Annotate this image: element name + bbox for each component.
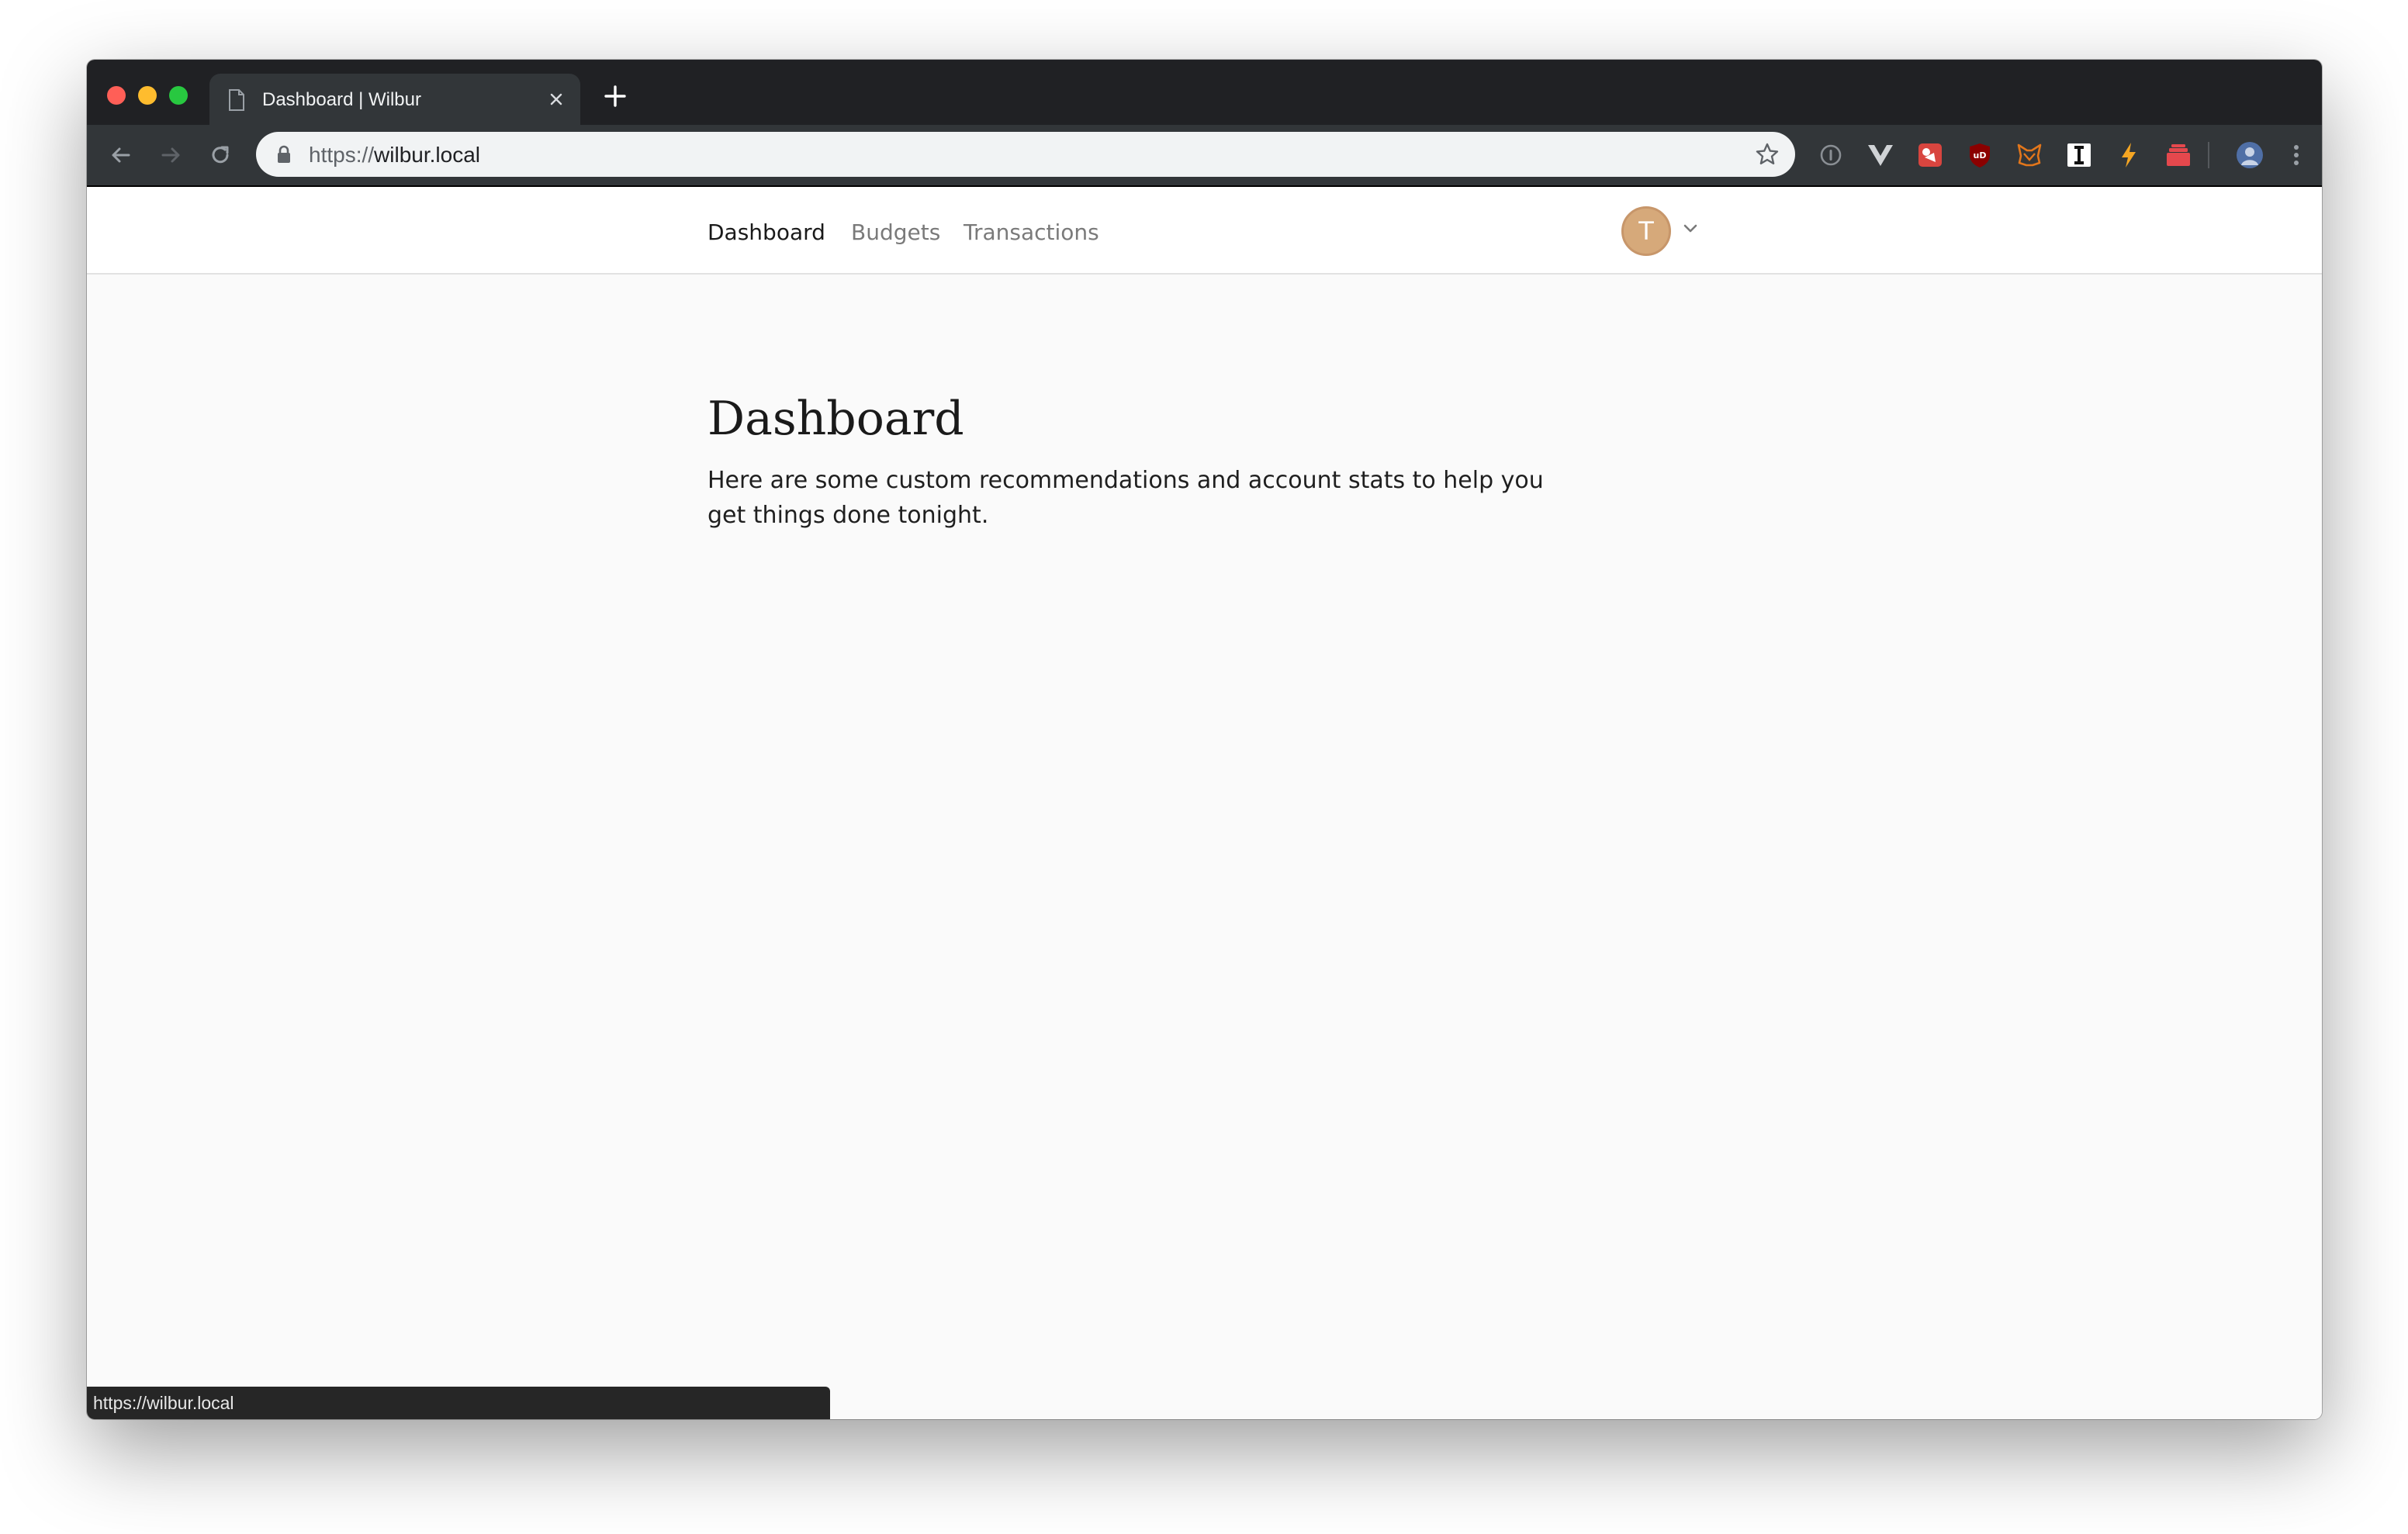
browser-toolbar: https://wilbur.local uD	[87, 125, 2322, 185]
address-url: https://wilbur.local	[309, 143, 480, 168]
window-maximize-button[interactable]	[169, 86, 188, 105]
address-bar[interactable]: https://wilbur.local	[256, 132, 1795, 177]
page-icon	[229, 89, 244, 111]
lock-icon[interactable]	[276, 145, 292, 164]
forward-icon[interactable]	[155, 140, 186, 171]
lightning-icon[interactable]	[2115, 141, 2143, 169]
stack-icon[interactable]	[2164, 141, 2192, 169]
browser-tab[interactable]: Dashboard | Wilbur	[209, 74, 580, 125]
browser-window: Dashboard | Wilbur https://wilbur.local	[87, 60, 2322, 1419]
menu-icon[interactable]	[2282, 141, 2310, 169]
metamask-fox-icon[interactable]	[2015, 141, 2043, 169]
window-minimize-button[interactable]	[138, 86, 157, 105]
vue-devtools-icon[interactable]	[1867, 141, 1894, 169]
close-tab-icon[interactable]	[546, 89, 566, 109]
svg-text:uD: uD	[1974, 150, 1987, 161]
chevron-down-icon[interactable]	[1682, 223, 1699, 235]
web-page: Dashboard Budgets Transactions T Dashboa…	[87, 187, 2322, 1419]
ublock-origin-icon[interactable]: uD	[1966, 141, 1994, 169]
tab-title: Dashboard | Wilbur	[262, 89, 421, 110]
extension-puzzle-icon[interactable]	[1916, 141, 1944, 169]
instapaper-icon[interactable]	[2065, 141, 2093, 169]
status-bubble: https://wilbur.local	[87, 1387, 830, 1419]
bookmark-star-icon[interactable]	[1755, 142, 1780, 167]
toolbar-divider	[2208, 142, 2209, 168]
back-icon[interactable]	[106, 140, 137, 171]
site-navbar: Dashboard Budgets Transactions T	[87, 187, 2322, 275]
tab-strip: Dashboard | Wilbur	[87, 60, 2322, 125]
window-close-button[interactable]	[107, 86, 126, 105]
status-url: https://wilbur.local	[93, 1393, 234, 1413]
page-description: Here are some custom recommendations and…	[708, 467, 1544, 529]
nav-link-dashboard[interactable]: Dashboard	[708, 219, 825, 245]
nav-link-budgets[interactable]: Budgets	[851, 219, 940, 245]
avatar[interactable]: T	[1621, 206, 1671, 256]
info-icon[interactable]	[1817, 141, 1845, 169]
nav-link-transactions[interactable]: Transactions	[964, 219, 1099, 245]
profile-icon[interactable]	[2236, 141, 2264, 169]
reload-icon[interactable]	[205, 140, 236, 171]
url-host: wilbur.local	[374, 143, 480, 167]
new-tab-icon[interactable]	[602, 83, 628, 109]
page-title: Dashboard	[708, 392, 964, 446]
url-scheme: https://	[309, 143, 375, 167]
